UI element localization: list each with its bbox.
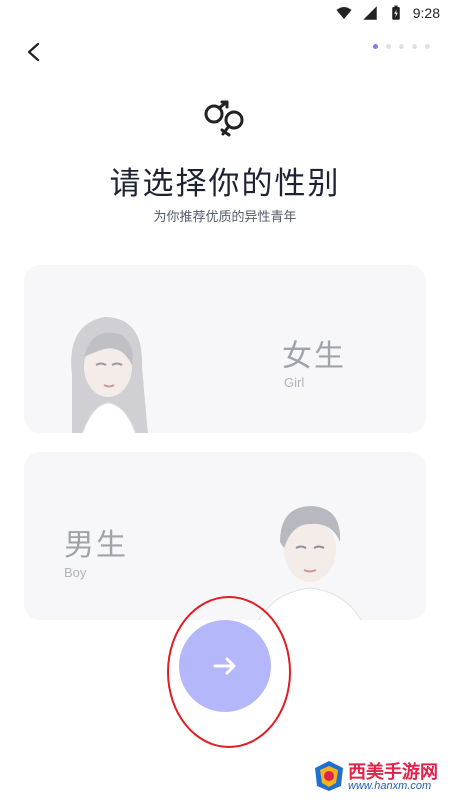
female-label: 女生 xyxy=(282,339,346,374)
male-label: 男生 xyxy=(64,528,128,563)
watermark-url: www.hanxm.com xyxy=(348,780,432,792)
female-option-card[interactable]: 女生 Girl xyxy=(24,265,426,433)
watermark-logo-icon xyxy=(315,761,343,791)
watermark: 西美手游网 www.hanxm.com xyxy=(314,756,444,796)
status-icons: 9:28 xyxy=(335,4,440,22)
back-button[interactable] xyxy=(18,36,50,68)
female-label-en: Girl xyxy=(284,375,305,390)
girl-avatar xyxy=(71,317,148,433)
page-title: 请选择你的性别 xyxy=(109,166,341,202)
wifi-icon xyxy=(336,7,352,19)
chevron-left-icon xyxy=(27,42,40,62)
page-indicator xyxy=(373,44,430,49)
page-dot-active xyxy=(373,44,378,49)
status-bar: 9:28 xyxy=(0,0,450,28)
male-option-card[interactable]: 男生 Boy xyxy=(24,452,426,620)
page-dot xyxy=(425,44,430,49)
signal-icon xyxy=(363,6,377,20)
gender-symbols-icon xyxy=(204,100,244,137)
page-subtitle: 为你推荐优质的异性青年 xyxy=(153,210,297,225)
page-dot xyxy=(399,44,404,49)
male-label-en: Boy xyxy=(64,565,87,580)
battery-icon xyxy=(392,5,400,20)
arrow-right-icon xyxy=(213,657,236,675)
status-time: 9:28 xyxy=(412,5,440,21)
boy-avatar xyxy=(258,506,362,620)
page-dot xyxy=(386,44,391,49)
page-dot xyxy=(412,44,417,49)
next-button[interactable] xyxy=(179,620,271,712)
